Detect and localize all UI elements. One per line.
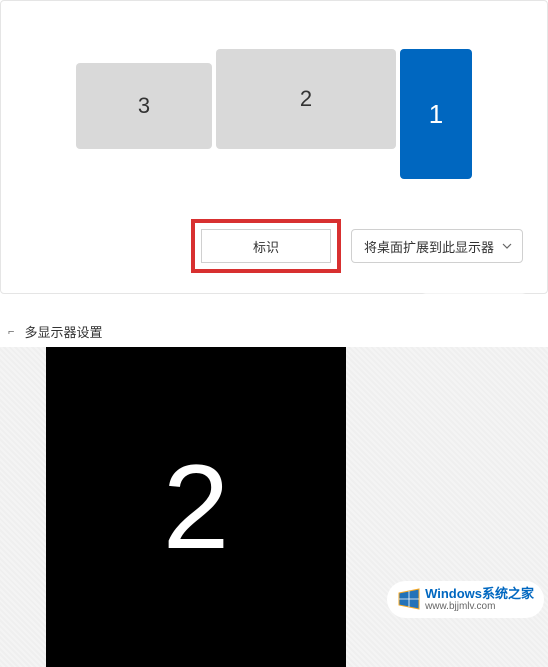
watermark-title: Windows系统之家 bbox=[425, 587, 534, 601]
identify-button-highlight: 标识 bbox=[191, 219, 341, 273]
display-controls-row: 标识 将桌面扩展到此显示器 bbox=[1, 209, 547, 273]
monitor-1-label: 1 bbox=[429, 99, 443, 130]
watermark-url: www.bjjmlv.com bbox=[425, 601, 534, 612]
watermark-badge: Windows系统之家 www.bjjmlv.com bbox=[387, 581, 544, 618]
extend-dropdown-label: 将桌面扩展到此显示器 bbox=[364, 237, 494, 256]
display-arrangement-area[interactable]: 3 2 1 bbox=[1, 1, 547, 209]
watermark-blur bbox=[424, 280, 524, 296]
windows-logo-icon bbox=[397, 587, 421, 611]
monitor-1-box[interactable]: 1 bbox=[400, 49, 472, 179]
monitor-3-box[interactable]: 3 bbox=[76, 63, 212, 149]
identify-button-label: 标识 bbox=[253, 237, 279, 256]
extend-display-dropdown[interactable]: 将桌面扩展到此显示器 bbox=[351, 229, 523, 263]
monitor-3-label: 3 bbox=[138, 93, 150, 119]
identify-overlay-area: 2 bbox=[0, 347, 548, 667]
chevron-down-icon bbox=[502, 241, 512, 251]
identify-overlay-box: 2 bbox=[46, 347, 346, 667]
multi-display-label: 多显示器设置 bbox=[24, 322, 102, 341]
identify-overlay-number: 2 bbox=[163, 438, 230, 576]
collapse-icon: ⌐ bbox=[8, 326, 14, 338]
watermark-text: Windows系统之家 www.bjjmlv.com bbox=[425, 587, 534, 612]
monitor-2-box[interactable]: 2 bbox=[216, 49, 396, 149]
monitor-2-label: 2 bbox=[300, 86, 312, 112]
multi-display-section-header[interactable]: ⌐ 多显示器设置 bbox=[0, 294, 548, 347]
identify-button[interactable]: 标识 bbox=[201, 229, 331, 263]
display-settings-panel: 3 2 1 标识 将桌面扩展到此显示器 bbox=[0, 0, 548, 294]
